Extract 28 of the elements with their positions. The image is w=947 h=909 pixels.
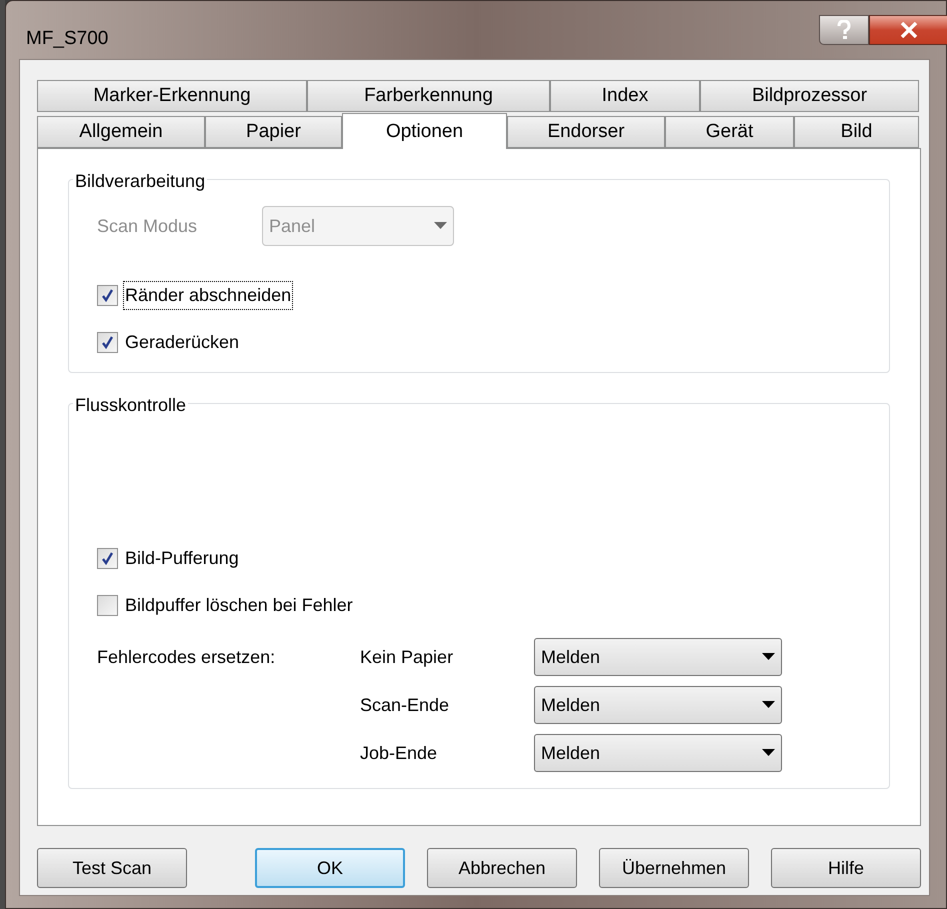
dropdown[interactable]: Melden — [534, 734, 782, 772]
tab[interactable]: Endorser — [507, 116, 665, 148]
tab[interactable]: Gerät — [665, 116, 794, 148]
tab[interactable]: Marker-Erkennung — [37, 80, 307, 112]
field-label: Job-Ende — [360, 742, 438, 764]
tab[interactable]: Optionen — [342, 113, 507, 149]
tab[interactable]: Farberkennung — [307, 80, 550, 112]
field-label: Scan Modus — [97, 214, 198, 238]
checkbox-label: Bildpuffer löschen bei Fehler — [124, 594, 354, 617]
checkbox-label: Bild-Pufferung — [124, 546, 240, 570]
tab[interactable]: Bildprozessor — [700, 80, 919, 112]
tab[interactable]: Bild — [794, 116, 919, 148]
dropdown[interactable]: Melden — [534, 638, 782, 676]
checkbox-label: Ränder abschneiden — [124, 282, 292, 308]
dialog-button[interactable]: OK — [255, 848, 405, 888]
dialog-button[interactable]: Hilfe — [771, 848, 921, 888]
dialog-button[interactable]: Abbrechen — [427, 848, 577, 888]
tab[interactable]: Allgemein — [37, 116, 205, 148]
dialog-button[interactable]: Übernehmen — [599, 848, 749, 888]
tab[interactable]: Papier — [205, 116, 342, 148]
window-title: MF_S700 — [26, 26, 108, 50]
field-label: Fehlercodes ersetzen: — [97, 646, 276, 668]
dropdown[interactable]: Melden — [534, 686, 782, 724]
field-label: Kein Papier — [360, 646, 454, 669]
checkbox-label: Geraderücken — [124, 330, 240, 354]
dialog-button[interactable]: Test Scan — [37, 848, 187, 888]
field-label: Scan-Ende — [360, 694, 450, 716]
tab[interactable]: Index — [550, 80, 700, 112]
